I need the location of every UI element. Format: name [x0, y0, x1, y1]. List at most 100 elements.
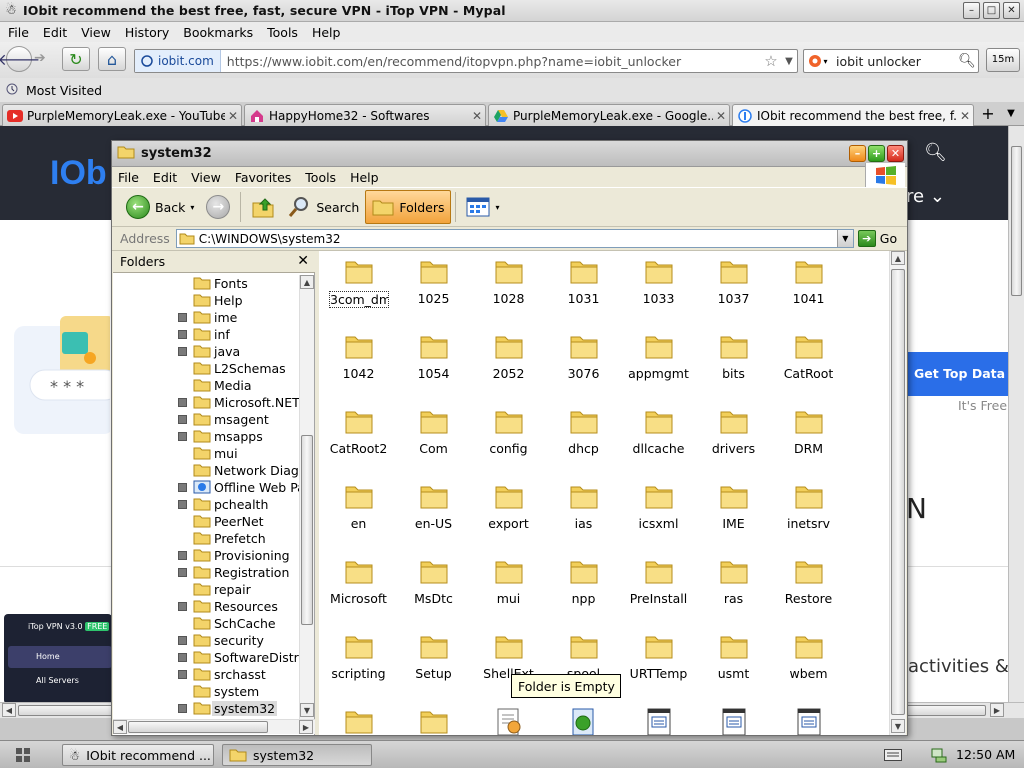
file-item[interactable] [471, 703, 546, 735]
close-pane-icon[interactable]: ✕ [297, 253, 309, 269]
scroll-left-icon[interactable]: ◀ [113, 720, 127, 734]
tree-item[interactable]: Media [113, 377, 299, 394]
explorer-forward-button[interactable]: → [200, 190, 236, 224]
explorer-close-button[interactable]: ✕ [887, 145, 904, 162]
tree-vertical-scrollbar[interactable]: ▲ ▼ [299, 275, 314, 719]
scroll-right-icon[interactable]: ▶ [299, 720, 313, 734]
folder-item[interactable]: Com [396, 403, 471, 473]
tree-item[interactable]: java [113, 343, 299, 360]
folder-item[interactable]: 3076 [546, 328, 621, 398]
tree-horizontal-scrollbar[interactable]: ◀ ▶ [113, 719, 315, 734]
folder-item[interactable]: dllcache [621, 403, 696, 473]
tree-item[interactable]: PeerNet [113, 513, 299, 530]
folder-item[interactable]: IME [696, 478, 771, 548]
home-button[interactable]: ⌂ [98, 47, 126, 71]
address-dropdown-icon[interactable]: ▼ [836, 230, 853, 247]
menu-help[interactable]: Help [308, 25, 345, 40]
folder-item[interactable]: scripting [321, 628, 396, 698]
folder-item[interactable]: MsDtc [396, 553, 471, 623]
folder-item[interactable]: 1037 [696, 253, 771, 323]
file-item[interactable] [621, 703, 696, 735]
folder-item[interactable]: mui [471, 553, 546, 623]
folder-item[interactable]: appmgmt [621, 328, 696, 398]
scroll-right-icon[interactable]: ▶ [990, 703, 1004, 717]
iobit-logo[interactable]: IOb [50, 154, 107, 193]
tree-item[interactable]: Resources [113, 598, 299, 615]
folder-item[interactable]: ras [696, 553, 771, 623]
forward-button[interactable]: ➔ [34, 50, 46, 66]
folder-item[interactable]: en [321, 478, 396, 548]
folder-item[interactable] [396, 703, 471, 735]
search-icon[interactable]: 🔍︎ [956, 53, 978, 69]
search-bar[interactable]: ▾ iobit unlocker 🔍︎ [803, 49, 979, 73]
folder-item[interactable] [321, 703, 396, 735]
expand-toggle-icon[interactable] [178, 500, 187, 509]
scroll-up-icon[interactable]: ▲ [891, 251, 905, 265]
page-scroll-thumb[interactable] [1011, 146, 1022, 296]
folder-item[interactable]: 1042 [321, 328, 396, 398]
expand-toggle-icon[interactable] [178, 568, 187, 577]
minimize-button[interactable]: – [963, 2, 980, 19]
expand-toggle-icon[interactable] [178, 704, 187, 713]
tree-item[interactable]: pchealth [113, 496, 299, 513]
tab-close-icon[interactable]: ✕ [225, 109, 241, 123]
tree-item[interactable]: repair [113, 581, 299, 598]
explorer-maximize-button[interactable]: + [868, 145, 885, 162]
file-item[interactable] [696, 703, 771, 735]
expand-toggle-icon[interactable] [178, 483, 187, 492]
taskbar-item-browser[interactable]: ☃ IObit recommend ... [62, 744, 214, 766]
reload-button[interactable]: ↻ [62, 47, 90, 71]
vpn-all-servers-item[interactable]: All Servers [8, 672, 79, 685]
tree-item[interactable]: ime [113, 309, 299, 326]
tab-list-button[interactable]: ▼ [1001, 104, 1021, 124]
menu-history[interactable]: History [121, 25, 173, 40]
folder-item[interactable]: wbem [771, 628, 846, 698]
expand-toggle-icon[interactable] [178, 551, 187, 560]
folder-item[interactable]: CatRoot [771, 328, 846, 398]
start-button[interactable] [10, 744, 36, 766]
explorer-menu-edit[interactable]: Edit [153, 170, 177, 185]
folder-item[interactable]: 1041 [771, 253, 846, 323]
folder-item[interactable]: 1033 [621, 253, 696, 323]
explorer-back-button[interactable]: ← Back ▾ [120, 190, 200, 224]
network-icon[interactable] [930, 747, 948, 763]
tree-item[interactable]: msagent [113, 411, 299, 428]
expand-toggle-icon[interactable] [178, 415, 187, 424]
menu-bookmarks[interactable]: Bookmarks [179, 25, 257, 40]
tree-item[interactable]: Offline Web Pa [113, 479, 299, 496]
explorer-menu-favorites[interactable]: Favorites [235, 170, 291, 185]
explorer-menu-help[interactable]: Help [350, 170, 379, 185]
file-item[interactable] [546, 703, 621, 735]
explorer-menu-view[interactable]: View [191, 170, 221, 185]
folder-item[interactable]: Restore [771, 553, 846, 623]
tree-hscroll-thumb[interactable] [128, 721, 268, 733]
folder-item[interactable]: Setup [396, 628, 471, 698]
folder-item[interactable]: icsxml [621, 478, 696, 548]
explorer-titlebar[interactable]: system32 – + ✕ [112, 141, 907, 167]
bookmark-star-icon[interactable]: ☆ [761, 52, 781, 70]
tree-item[interactable]: inf [113, 326, 299, 343]
folder-item[interactable]: Microsoft [321, 553, 396, 623]
folder-item[interactable]: export [471, 478, 546, 548]
get-top-data-button[interactable]: Get Top Data Pr [908, 352, 1008, 396]
go-button[interactable]: ➔ Go [857, 230, 897, 247]
search-input[interactable]: iobit unlocker [832, 54, 956, 69]
tab-close-icon[interactable]: ✕ [469, 109, 485, 123]
explorer-menu-tools[interactable]: Tools [305, 170, 336, 185]
menu-edit[interactable]: Edit [39, 25, 71, 40]
tree-item[interactable]: mui [113, 445, 299, 462]
site-search-icon[interactable]: 🔍︎ [924, 142, 947, 163]
tab-youtube[interactable]: PurpleMemoryLeak.exe - YouTube ✕ [2, 104, 242, 126]
keyboard-icon[interactable] [884, 749, 902, 761]
tree-item[interactable]: Network Diagn [113, 462, 299, 479]
menu-view[interactable]: View [77, 25, 115, 40]
explorer-minimize-button[interactable]: – [849, 145, 866, 162]
expand-toggle-icon[interactable] [178, 602, 187, 611]
tab-google-drive[interactable]: PurpleMemoryLeak.exe - Google... ✕ [488, 104, 730, 126]
folder-item[interactable]: URTTemp [621, 628, 696, 698]
tab-close-icon[interactable]: ✕ [713, 109, 729, 123]
tab-close-icon[interactable]: ✕ [957, 109, 973, 123]
folder-item[interactable]: ias [546, 478, 621, 548]
expand-toggle-icon[interactable] [178, 636, 187, 645]
folders-button[interactable]: Folders [365, 190, 452, 224]
